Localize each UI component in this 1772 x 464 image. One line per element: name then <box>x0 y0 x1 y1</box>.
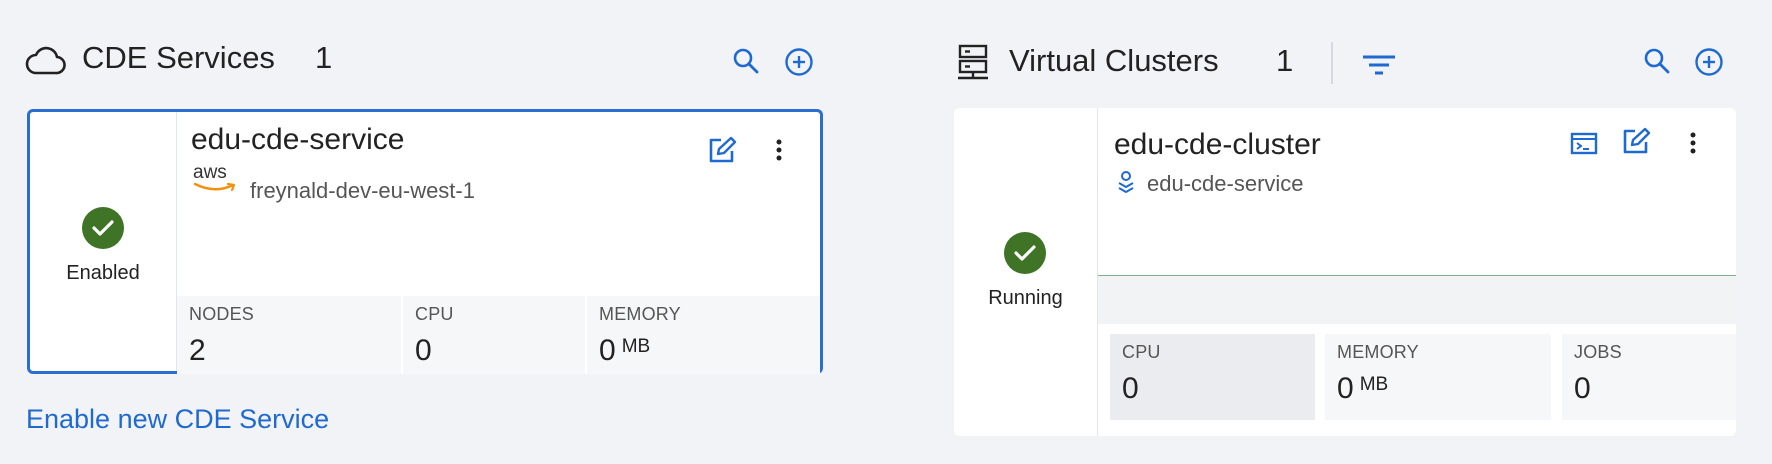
metric-value: 0 <box>1574 372 1591 405</box>
metric-cpu: CPU 0 <box>403 296 587 374</box>
cluster-card[interactable]: Running edu-cde-cluster edu-cde-service <box>954 108 1736 436</box>
more-vert-icon[interactable] <box>775 139 783 161</box>
cluster-name[interactable]: edu-cde-cluster <box>1114 128 1321 162</box>
aws-logo: aws <box>193 163 241 194</box>
metric-value: 0 <box>415 334 432 367</box>
add-circle-icon[interactable] <box>1694 47 1724 77</box>
metric-label: MEMORY <box>599 304 681 324</box>
services-count: 1 <box>315 40 333 75</box>
metric-value: 2 <box>189 334 206 367</box>
clusters-title: Virtual Clusters <box>1009 43 1219 78</box>
cluster-status-panel: Running <box>954 108 1098 436</box>
cloud-icon <box>25 45 67 77</box>
add-circle-icon[interactable] <box>784 47 814 77</box>
metric-label: NODES <box>189 304 255 324</box>
metric-memory: MEMORY 0 MB <box>587 296 820 374</box>
service-environment: freynald-dev-eu-west-1 <box>250 178 475 203</box>
metric-label: CPU <box>1122 342 1161 362</box>
service-metrics: NODES 2 CPU 0 MEMORY 0 MB <box>177 296 820 374</box>
service-card[interactable]: Enabled edu-cde-service aws freynald-dev… <box>27 109 823 374</box>
clusters-count: 1 <box>1276 43 1294 78</box>
metric-jobs: JOBS 0 <box>1562 334 1736 420</box>
metric-value: 0 MB <box>1337 372 1389 405</box>
metric-label: CPU <box>415 304 454 324</box>
cluster-service: edu-cde-service <box>1147 171 1304 196</box>
check-icon <box>82 207 124 249</box>
cluster-status-label: Running <box>988 287 1063 309</box>
server-icon <box>957 44 989 80</box>
enable-service-link[interactable]: Enable new CDE Service <box>26 404 329 435</box>
service-name[interactable]: edu-cde-service <box>191 123 404 157</box>
check-icon <box>1004 232 1046 274</box>
search-icon[interactable] <box>733 48 759 74</box>
metric-nodes: NODES 2 <box>177 296 403 374</box>
service-status-panel: Enabled <box>30 112 177 371</box>
metric-value: 0 <box>1122 372 1139 405</box>
edit-icon[interactable] <box>1622 127 1652 155</box>
search-icon[interactable] <box>1644 48 1670 74</box>
terminal-icon[interactable] <box>1570 130 1598 156</box>
service-status-label: Enabled <box>66 262 140 284</box>
cluster-metrics: CPU 0 MEMORY 0 MB JOBS 0 <box>1098 330 1736 436</box>
services-title: CDE Services <box>82 40 275 75</box>
metric-memory: MEMORY 0 MB <box>1325 334 1551 420</box>
more-vert-icon[interactable] <box>1689 132 1697 154</box>
service-icon <box>1116 170 1136 194</box>
metric-label: MEMORY <box>1337 342 1419 362</box>
metric-value: 0 MB <box>599 334 651 367</box>
edit-icon[interactable] <box>708 136 738 164</box>
metric-label: JOBS <box>1574 342 1622 362</box>
cluster-info-band <box>1098 276 1736 324</box>
filter-icon[interactable] <box>1362 54 1396 76</box>
header-divider <box>1331 42 1333 84</box>
metric-cpu: CPU 0 <box>1110 334 1315 420</box>
